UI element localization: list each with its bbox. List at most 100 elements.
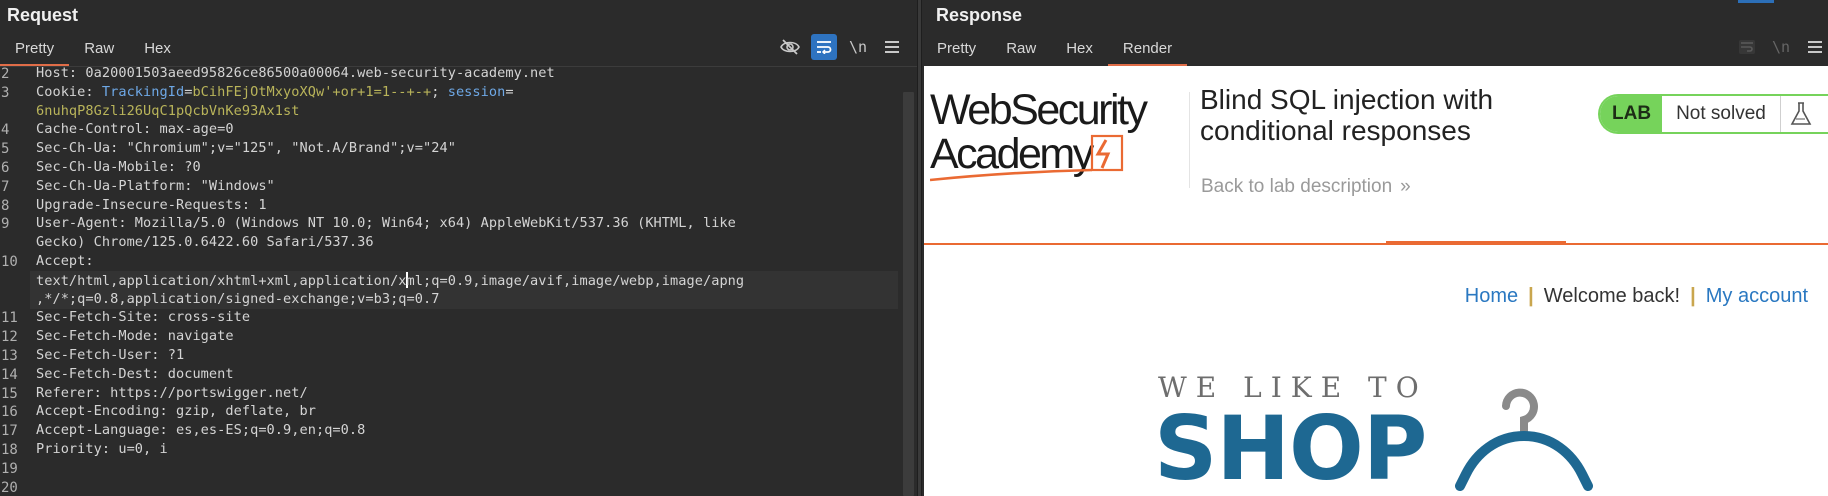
hamburger-menu-icon[interactable] — [1802, 34, 1828, 60]
tab-hex[interactable]: Hex — [1051, 37, 1108, 66]
header-name: Host: — [36, 65, 78, 81]
line-number: 17 — [1, 423, 18, 440]
tab-hex[interactable]: Hex — [129, 37, 186, 66]
header-name: Sec-Fetch-Mode: — [36, 328, 160, 345]
header-value: document — [159, 365, 234, 382]
top-nav: Home | Welcome back! | My account — [1465, 285, 1808, 308]
code-line: ,*/*;q=0.8,application/signed-exchange;v… — [36, 291, 439, 307]
back-to-lab-link[interactable]: Back to lab description » — [1201, 176, 1411, 198]
wrap-text-icon[interactable] — [1734, 34, 1760, 60]
header-name: Cookie: — [36, 83, 94, 100]
line-number: 16 — [1, 404, 18, 421]
tab-pretty[interactable]: Pretty — [922, 37, 991, 66]
lab-status-badge: LAB Not solved — [1598, 94, 1828, 134]
lab-status: Not solved — [1662, 96, 1781, 132]
header-value: ?1 — [159, 347, 185, 363]
line-number: 10 — [1, 254, 18, 270]
request-toolbar: \n — [777, 34, 905, 60]
newline-toggle[interactable]: \n — [845, 34, 871, 60]
top-accent-bar — [1738, 0, 1774, 3]
line-number: 6 — [1, 160, 10, 176]
header-name: Sec-Ch-Ua-Mobile: — [36, 159, 176, 175]
header-name: Sec-Fetch-Dest: — [36, 365, 160, 382]
header-name: Priority: — [36, 441, 111, 457]
wrap-text-icon[interactable] — [811, 34, 837, 60]
cookie-equals: = — [505, 83, 514, 100]
line-number: 7 — [1, 178, 10, 195]
header-separator — [1189, 92, 1190, 188]
code-line: Host: 0a20001503aeed95826ce86500a00064.w… — [36, 65, 555, 81]
tab-raw[interactable]: Raw — [69, 37, 129, 66]
header-name: Accept-Language: — [36, 422, 168, 439]
cookie-name: session — [447, 83, 506, 100]
response-tabs: Pretty Raw Hex Render — [922, 37, 1188, 66]
lab-title: Blind SQL injection with conditional res… — [1200, 84, 1494, 146]
nav-home-link[interactable]: Home — [1465, 285, 1518, 308]
request-pane: Request Pretty Raw Hex \n 2 Host: 0a20001… — [0, 0, 917, 496]
line-number: 18 — [1, 442, 18, 458]
code-line: Cache-Control: max-age=0 — [36, 121, 234, 137]
line-number: 14 — [1, 366, 18, 383]
editor-scrollbar[interactable] — [903, 92, 914, 496]
logo-line1: WebSecurity — [930, 88, 1148, 134]
header-value-continued: 6nuhqP8Gzli26UqC1pQcbVnKe93Ax1st — [36, 102, 300, 119]
code-line: Upgrade-Insecure-Requests: 1 — [36, 197, 267, 213]
lab-label: LAB — [1600, 96, 1663, 132]
render-view: WebSecurity Academy Blind SQL injection … — [924, 66, 1828, 496]
cookie-separator: ; — [431, 83, 448, 100]
header-value-continued: Gecko) Chrome/125.0.6422.60 Safari/537.3… — [36, 234, 374, 251]
code-line: Accept: — [36, 253, 94, 269]
code-line: Cookie: TrackingId = bCihFEjOtMxyoXQw'+or+… — [36, 84, 514, 100]
request-editor[interactable]: 2 Host: 0a20001503aeed95826ce86500a00064.… — [0, 65, 917, 496]
cookie-name: TrackingId — [93, 83, 185, 100]
header-value: "Chromium";v="125", "Not.A/Brand";v="24" — [118, 140, 456, 157]
tab-pretty[interactable]: Pretty — [0, 37, 70, 66]
header-value: ?0 — [175, 159, 201, 175]
header-name: Sec-Ch-Ua-Platform: — [36, 177, 193, 194]
shop-word: SHOP — [1154, 397, 1427, 496]
code-line: text/html,application/xhtml+xml,applicat… — [36, 271, 745, 289]
header-value: Mozilla/5.0 (Windows NT 10.0; Win64; x64… — [126, 215, 736, 232]
tab-raw[interactable]: Raw — [991, 37, 1051, 66]
tab-render[interactable]: Render — [1107, 37, 1188, 66]
response-title: Response — [936, 5, 1023, 25]
code-line: Sec-Ch-Ua-Mobile: ?0 — [36, 159, 201, 175]
back-link-label: Back to lab description — [1201, 176, 1393, 197]
hamburger-menu-icon[interactable] — [879, 34, 905, 60]
header-value: gzip, deflate, br — [167, 403, 316, 420]
nav-my-account-link[interactable]: My account — [1706, 285, 1808, 308]
line-number: 5 — [1, 141, 10, 158]
request-title: Request — [7, 5, 79, 25]
code-line: Sec-Fetch-Dest: document — [36, 366, 234, 382]
code-line: Sec-Ch-Ua: "Chromium";v="125", "Not.A/Br… — [36, 140, 456, 156]
header-name: Accept-Encoding: — [36, 403, 168, 420]
code-line: 6nuhqP8Gzli26UqC1pQcbVnKe93Ax1st — [36, 103, 300, 119]
header-name: Accept: — [36, 253, 94, 269]
line-number: 3 — [1, 84, 10, 101]
code-line: Priority: u=0, i — [36, 441, 168, 457]
cookie-value: bCihFEjOtMxyoXQw'+or+1=1--+-+ — [192, 83, 432, 100]
eye-off-icon[interactable] — [777, 34, 803, 60]
request-tabs: Pretty Raw Hex — [0, 37, 186, 66]
header-name: Sec-Ch-Ua: — [36, 140, 119, 157]
header-value-continued: ml;q=0.9,image/avif,image/webp,image/apn… — [406, 272, 745, 289]
nav-separator: | — [1528, 285, 1534, 307]
header-name: Cache-Control: — [36, 121, 152, 138]
newline-toggle[interactable]: \n — [1768, 34, 1794, 60]
header-name: Sec-Fetch-User: — [36, 347, 160, 363]
line-number: 19 — [1, 460, 18, 477]
response-toolbar: \n — [1734, 34, 1828, 60]
header-name: User-Agent: — [36, 215, 127, 232]
header-value: max-age=0 — [151, 121, 234, 138]
line-number: 12 — [1, 329, 18, 346]
line-number: 4 — [1, 122, 10, 139]
header-divider — [924, 243, 1828, 245]
code-line: User-Agent: Mozilla/5.0 (Windows NT 10.0… — [36, 215, 736, 231]
line-number: 9 — [1, 216, 10, 233]
header-value: es,es-ES;q=0.9,en;q=0.8 — [167, 422, 366, 439]
web-security-academy-logo[interactable]: WebSecurity Academy — [929, 86, 1170, 184]
code-line: Sec-Fetch-Site: cross-site — [36, 309, 250, 325]
code-line: Gecko) Chrome/125.0.6422.60 Safari/537.3… — [36, 234, 374, 250]
hanger-icon — [1455, 388, 1593, 491]
line-number: 13 — [1, 348, 18, 364]
